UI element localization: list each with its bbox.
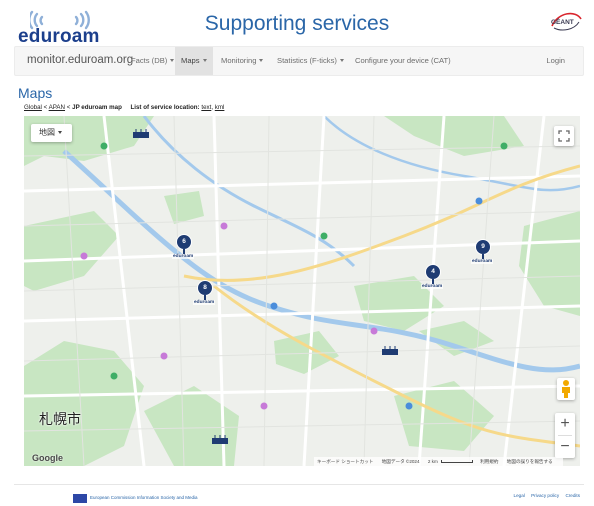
- breadcrumb-apan-link[interactable]: APAN: [49, 104, 65, 111]
- caret-down-icon: [170, 59, 175, 62]
- nav-configure-device[interactable]: Configure your device (CAT): [349, 47, 457, 75]
- nav-maps[interactable]: Maps: [175, 47, 213, 75]
- map-base-layer: [24, 116, 580, 466]
- nav-brand-link[interactable]: monitor.eduroam.org: [27, 54, 133, 66]
- service-location-map[interactable]: 6 eduroam 8 eduroam 4 eduroam 9 eduroam …: [24, 116, 580, 466]
- cluster-count: 4: [425, 264, 441, 280]
- kml-list-link[interactable]: kml: [215, 104, 225, 111]
- terms-link[interactable]: 利用規約: [480, 459, 498, 464]
- pegman-icon: [562, 380, 570, 398]
- cluster-count: 9: [475, 239, 491, 255]
- keyboard-shortcuts-link[interactable]: キーボード ショートカット: [317, 459, 373, 464]
- nav-statistics[interactable]: Statistics (F-ticks): [271, 47, 350, 75]
- funding-notice: European Commission Information Society …: [90, 495, 198, 500]
- google-logo: Google: [32, 453, 63, 463]
- login-link[interactable]: Login: [546, 47, 565, 75]
- nav-item-label: Maps: [181, 56, 200, 65]
- city-label: 札幌市: [39, 411, 81, 427]
- page-title: Maps: [18, 85, 53, 101]
- fullscreen-icon: [558, 130, 570, 142]
- site-header: eduroam Supporting services GÉANT: [0, 0, 594, 47]
- breadcrumb: Global < APAN < JP eduroam map List of s…: [24, 104, 225, 111]
- eu-flag-icon: [73, 494, 87, 503]
- report-error-link[interactable]: 地図の誤りを報告する: [507, 459, 553, 464]
- access-point-icon[interactable]: [211, 432, 229, 444]
- cluster-tag: eduroam: [172, 254, 195, 259]
- service-list-label: List of service location:: [130, 104, 200, 111]
- access-point-icon[interactable]: [132, 126, 150, 138]
- breadcrumb-separator: <: [43, 104, 48, 111]
- breadcrumb-current: JP eduroam map: [72, 104, 122, 111]
- map-type-label: 地図: [39, 128, 55, 137]
- cluster-count: 6: [176, 234, 192, 250]
- zoom-in-button[interactable]: +: [555, 413, 575, 435]
- zoom-out-button[interactable]: −: [555, 436, 575, 458]
- caret-down-icon: [339, 59, 344, 62]
- main-navbar: monitor.eduroam.org Facts (DB) Maps Moni…: [14, 46, 584, 76]
- cluster-marker[interactable]: 4 eduroam: [421, 264, 444, 292]
- street-view-pegman[interactable]: [557, 378, 575, 400]
- caret-down-icon: [259, 59, 264, 62]
- map-attribution: キーボード ショートカット 地図データ ©2024 2 km 利用規約 地図の誤…: [314, 457, 563, 466]
- credits-link[interactable]: Credits: [565, 493, 580, 498]
- cluster-marker[interactable]: 8 eduroam: [193, 280, 216, 308]
- access-point-icon[interactable]: [381, 343, 399, 355]
- cluster-count: 8: [197, 280, 213, 296]
- site-title: Supporting services: [204, 12, 390, 35]
- breadcrumb-global-link[interactable]: Global: [24, 104, 42, 111]
- nav-item-label: Configure your device (CAT): [355, 56, 451, 65]
- nav-item-label: Monitoring: [221, 56, 257, 65]
- footer-links: Legal Privacy policy Credits: [509, 493, 580, 498]
- privacy-policy-link[interactable]: Privacy policy: [531, 493, 559, 498]
- nav-item-label: Facts (DB): [131, 56, 168, 65]
- text-list-link[interactable]: text: [201, 104, 211, 111]
- nav-facts-db[interactable]: Facts (DB): [125, 47, 180, 75]
- cluster-marker[interactable]: 9 eduroam: [471, 239, 494, 267]
- geant-logo-text: GÉANT: [551, 19, 574, 26]
- cluster-tag: eduroam: [193, 300, 216, 305]
- cluster-tag: eduroam: [471, 259, 494, 264]
- nav-item-label: Statistics (F-ticks): [277, 56, 337, 65]
- legal-link[interactable]: Legal: [514, 493, 525, 498]
- caret-down-icon: [58, 131, 62, 134]
- footer-divider: [14, 484, 584, 485]
- zoom-control: + −: [555, 413, 575, 458]
- scale-bar: [440, 460, 473, 463]
- cluster-marker[interactable]: 6 eduroam: [172, 234, 195, 262]
- cluster-tag: eduroam: [421, 284, 444, 289]
- scale-label: 2 km: [427, 459, 438, 464]
- breadcrumb-separator: <: [66, 104, 71, 111]
- caret-down-icon: [202, 59, 207, 62]
- nav-monitoring[interactable]: Monitoring: [215, 47, 269, 75]
- fullscreen-button[interactable]: [554, 126, 574, 146]
- map-type-dropdown[interactable]: 地図: [31, 124, 72, 142]
- map-data-credit: 地図データ ©2024: [381, 459, 420, 464]
- geant-logo[interactable]: GÉANT: [548, 10, 584, 34]
